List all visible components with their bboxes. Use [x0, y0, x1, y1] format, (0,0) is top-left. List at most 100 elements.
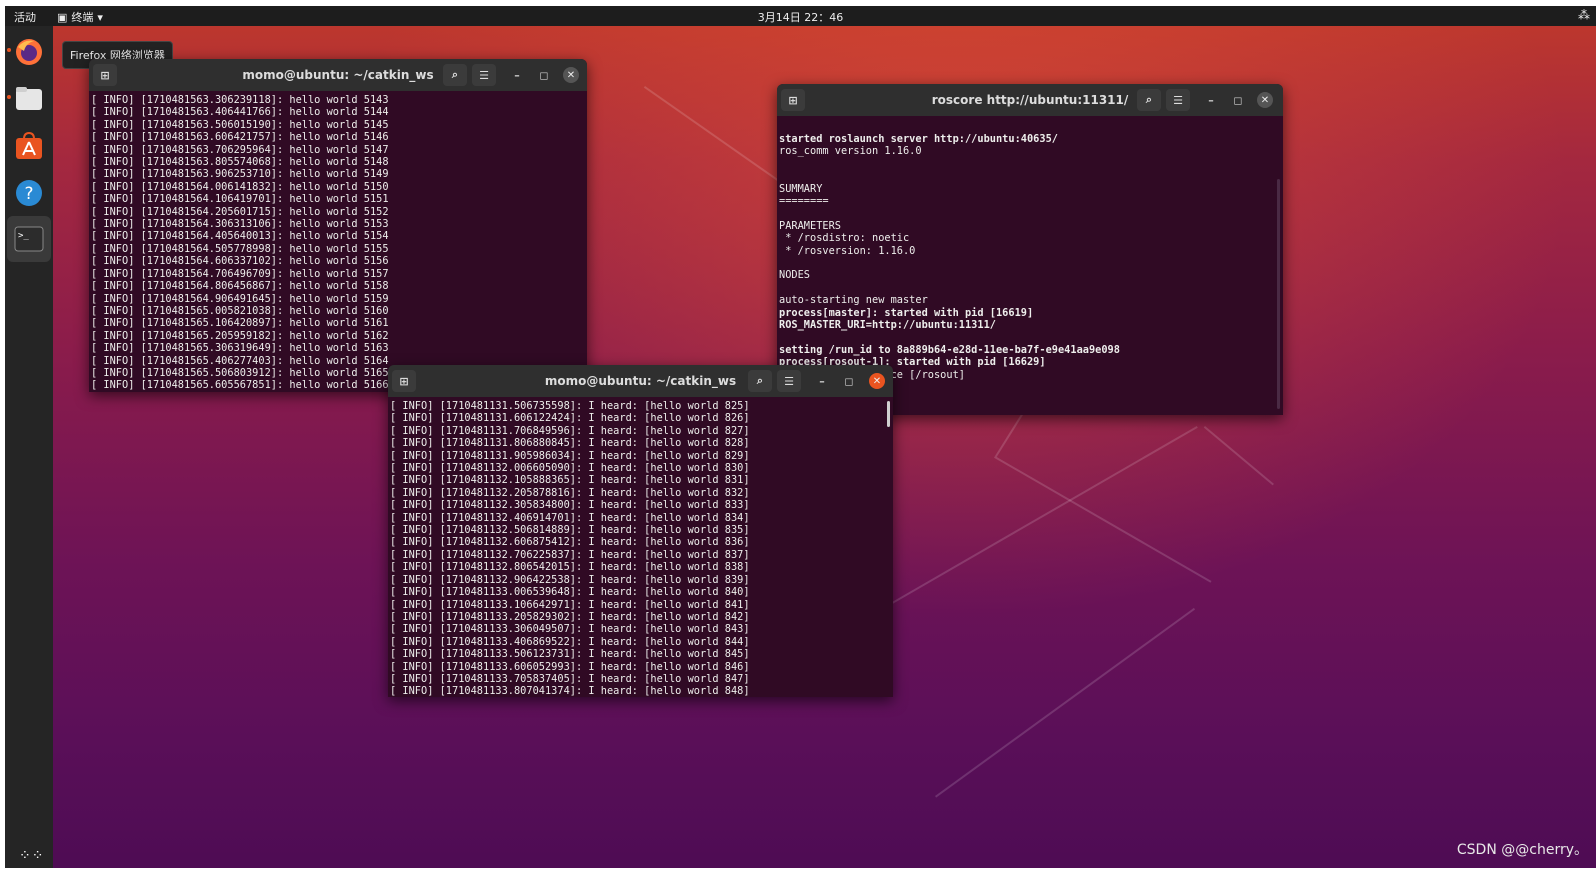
terminal-line: [ INFO] [1710481132.305834800]: I heard:… — [390, 499, 750, 512]
terminal-line: ros_comm version 1.16.0 — [779, 145, 922, 158]
watermark: CSDN @@cherry。 — [1456, 842, 1588, 858]
terminal-window-talker[interactable]: ⊞ momo@ubuntu: ~/catkin_ws ⌕ ☰ – ◻ ✕ [ I… — [89, 59, 587, 392]
terminal-line: [ INFO] [1710481133.106642971]: I heard:… — [390, 598, 750, 611]
dock-item-software[interactable] — [7, 124, 51, 168]
terminal-line: [ INFO] [1710481564.606337102]: hello wo… — [91, 255, 389, 268]
terminal-line: [ INFO] [1710481565.306319649]: hello wo… — [91, 342, 389, 355]
close-icon[interactable]: ✕ — [869, 373, 885, 389]
terminal-line: [ INFO] [1710481564.405640013]: hello wo… — [91, 230, 389, 243]
firefox-icon — [16, 39, 42, 65]
terminal-line: [ INFO] [1710481563.906253710]: hello wo… — [91, 168, 389, 181]
terminal-line: * /rosversion: 1.16.0 — [779, 244, 916, 257]
dock-item-help[interactable]: ? — [7, 171, 51, 215]
terminal-line: [ INFO] [1710481133.306049507]: I heard:… — [390, 623, 750, 636]
search-icon[interactable]: ⌕ — [1137, 89, 1161, 111]
terminal-line: [ INFO] [1710481564.306313106]: hello wo… — [91, 218, 389, 231]
terminal-icon: >_ — [14, 226, 44, 252]
software-icon — [16, 131, 42, 159]
terminal-line: PARAMETERS — [779, 219, 841, 232]
terminal-line: * /rosdistro: noetic — [779, 232, 910, 245]
terminal-line: [ INFO] [1710481563.606421757]: hello wo… — [91, 131, 389, 144]
app-grid-icon[interactable]: ⁘⁘ — [19, 848, 44, 864]
chevron-down-icon: ▾ — [97, 10, 103, 24]
maximize-icon[interactable]: ◻ — [536, 67, 552, 83]
window-titlebar[interactable]: ⊞ roscore http://ubuntu:11311/ ⌕ ☰ – ◻ ✕ — [777, 84, 1283, 116]
terminal-line: [ INFO] [1710481565.005821038]: hello wo… — [91, 304, 389, 317]
minimize-icon[interactable]: – — [1203, 92, 1219, 108]
window-titlebar[interactable]: ⊞ momo@ubuntu: ~/catkin_ws ⌕ ☰ – ◻ ✕ — [89, 59, 587, 91]
terminal-line: [ INFO] [1710481132.105888365]: I heard:… — [390, 474, 750, 487]
terminal-line: SUMMARY — [779, 182, 823, 195]
files-icon — [16, 87, 42, 110]
terminal-line: [ INFO] [1710481133.006539648]: I heard:… — [390, 586, 750, 599]
minimize-icon[interactable]: – — [509, 67, 525, 83]
terminal-line: ======== — [779, 195, 829, 208]
terminal-output[interactable]: [ INFO] [1710481131.506735598]: I heard:… — [388, 397, 893, 697]
wallpaper-line — [885, 426, 1198, 608]
close-icon[interactable]: ✕ — [563, 67, 579, 83]
network-icon[interactable]: ⁂ — [1578, 8, 1590, 22]
terminal-line: [ INFO] [1710481133.606052993]: I heard:… — [390, 660, 750, 673]
terminal-line: [ INFO] [1710481131.606122424]: I heard:… — [390, 412, 750, 425]
terminal-line: [ INFO] [1710481133.205829302]: I heard:… — [390, 610, 750, 623]
terminal-line: [ INFO] [1710481565.106420897]: hello wo… — [91, 317, 389, 330]
menu-icon[interactable]: ☰ — [1166, 89, 1190, 111]
dock-item-files[interactable] — [7, 77, 51, 121]
search-icon[interactable]: ⌕ — [443, 64, 467, 86]
terminal-line: ROS_MASTER_URI=http://ubuntu:11311/ — [779, 319, 996, 332]
clock[interactable]: 3月14日 22：46 — [758, 9, 844, 25]
terminal-small-icon: ▣ — [57, 10, 68, 24]
maximize-icon[interactable]: ◻ — [841, 373, 857, 389]
scrollbar[interactable] — [1277, 179, 1280, 409]
terminal-line: [ INFO] [1710481563.805574068]: hello wo… — [91, 156, 389, 169]
terminal-line: [ INFO] [1710481132.606875412]: I heard:… — [390, 536, 750, 549]
terminal-line: [ INFO] [1710481133.807041374]: I heard:… — [390, 685, 750, 697]
dock-item-terminal[interactable]: >_ — [7, 216, 51, 262]
terminal-line: [ INFO] [1710481564.806456867]: hello wo… — [91, 280, 389, 293]
svg-text:>_: >_ — [18, 231, 29, 241]
terminal-line: [ INFO] [1710481563.306239118]: hello wo… — [91, 94, 389, 106]
terminal-line: [ INFO] [1710481564.706496709]: hello wo… — [91, 267, 389, 280]
menu-icon[interactable]: ☰ — [472, 64, 496, 86]
terminal-line: [ INFO] [1710481133.506123731]: I heard:… — [390, 648, 750, 661]
menu-icon[interactable]: ☰ — [777, 370, 801, 392]
terminal-line: [ INFO] [1710481564.505778998]: hello wo… — [91, 242, 389, 255]
terminal-line: [ INFO] [1710481133.705837405]: I heard:… — [390, 672, 750, 685]
terminal-line: [ INFO] [1710481131.806880845]: I heard:… — [390, 437, 750, 450]
terminal-line: NODES — [779, 269, 810, 282]
svg-text:?: ? — [24, 184, 33, 204]
maximize-icon[interactable]: ◻ — [1230, 92, 1246, 108]
terminal-output[interactable]: [ INFO] [1710481563.306239118]: hello wo… — [89, 91, 587, 392]
help-icon: ? — [16, 180, 42, 206]
terminal-line: [ INFO] [1710481563.506015190]: hello wo… — [91, 118, 389, 131]
window-titlebar[interactable]: ⊞ momo@ubuntu: ~/catkin_ws ⌕ ☰ – ◻ ✕ — [388, 365, 893, 397]
search-icon[interactable]: ⌕ — [748, 370, 772, 392]
terminal-window-listener[interactable]: ⊞ momo@ubuntu: ~/catkin_ws ⌕ ☰ – ◻ ✕ [ I… — [388, 365, 893, 697]
terminal-line: started roslaunch server http://ubuntu:4… — [779, 133, 1058, 145]
app-menu[interactable]: ▣ 终端 ▾ — [57, 9, 103, 25]
terminal-line: [ INFO] [1710481132.006605090]: I heard:… — [390, 462, 750, 475]
close-icon[interactable]: ✕ — [1257, 92, 1273, 108]
scrollbar[interactable] — [887, 401, 890, 427]
desktop: 活动 ▣ 终端 ▾ 3月14日 22：46 ⁂ ? >_ ⁘⁘ Firefox … — [5, 6, 1596, 868]
terminal-line: [ INFO] [1710481564.006141832]: hello wo… — [91, 180, 389, 193]
terminal-line: [ INFO] [1710481132.906422538]: I heard:… — [390, 573, 750, 586]
dock-item-firefox[interactable] — [7, 30, 51, 74]
activities-button[interactable]: 活动 — [14, 9, 36, 25]
terminal-line: auto-starting new master — [779, 294, 928, 307]
wallpaper-line — [1203, 426, 1274, 486]
terminal-line: [ INFO] [1710481131.706849596]: I heard:… — [390, 424, 750, 437]
terminal-line: [ INFO] [1710481132.406914701]: I heard:… — [390, 511, 750, 524]
minimize-icon[interactable]: – — [814, 373, 830, 389]
top-bar: 活动 ▣ 终端 ▾ 3月14日 22：46 ⁂ — [5, 6, 1596, 26]
terminal-line: [ INFO] [1710481133.406869522]: I heard:… — [390, 635, 750, 648]
dock: ? >_ ⁘⁘ — [5, 26, 53, 868]
terminal-line: [ INFO] [1710481132.806542015]: I heard:… — [390, 561, 750, 574]
terminal-line: [ INFO] [1710481132.506814889]: I heard:… — [390, 524, 750, 537]
